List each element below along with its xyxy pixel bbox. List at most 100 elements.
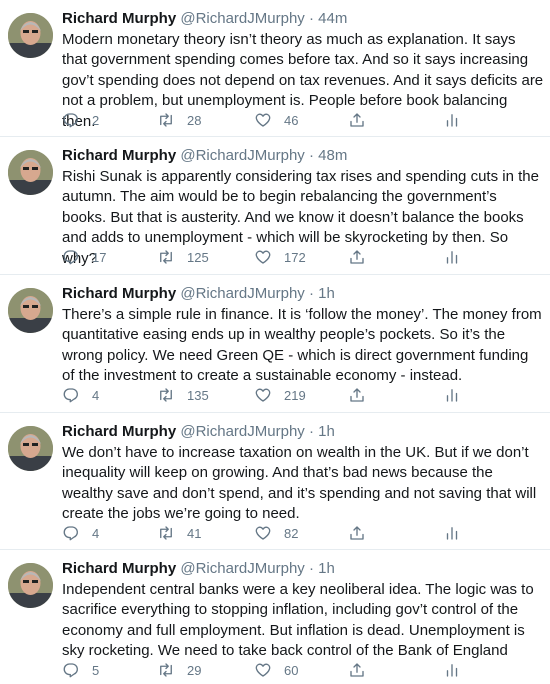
tweet[interactable]: Richard Murphy @RichardJMurphy · 1h Ther… [0,275,550,413]
reply-button[interactable]: 5 [62,660,99,680]
separator: · [304,560,319,577]
separator: · [304,285,319,302]
like-button[interactable]: 172 [254,247,306,267]
tweet-actions: 4 135 219 [62,385,502,405]
avatar[interactable] [8,563,53,608]
share-icon [350,250,364,264]
timestamp[interactable]: 44m [318,10,347,27]
share-icon [350,113,364,127]
separator: · [304,10,319,27]
reply-button[interactable]: 4 [62,385,99,405]
reply-button[interactable]: 2 [62,110,99,130]
retweet-count: 125 [187,249,209,265]
share-icon [350,388,364,402]
tweet-text: We don’t have to increase taxation on we… [62,444,537,523]
share-icon [350,526,364,540]
retweet-icon [160,663,172,677]
reply-icon [63,250,78,265]
retweet-button[interactable]: 135 [157,385,209,405]
timestamp[interactable]: 48m [318,147,347,164]
tweet[interactable]: Richard Murphy @RichardJMurphy · 1h We d… [0,413,550,550]
like-icon [255,250,271,264]
like-button[interactable]: 82 [254,523,298,543]
author-name[interactable]: Richard Murphy [62,560,176,577]
like-count: 219 [284,387,306,403]
share-icon [350,663,364,677]
like-button[interactable]: 46 [254,110,298,130]
retweet-button[interactable]: 28 [157,110,201,130]
analytics-button[interactable] [443,523,461,543]
avatar[interactable] [8,426,53,471]
analytics-icon [446,114,458,127]
retweet-icon [160,113,172,127]
tweet[interactable]: Richard Murphy @RichardJMurphy · 1h Inde… [0,550,550,684]
share-button[interactable] [348,247,366,267]
like-icon [255,113,271,127]
author-name[interactable]: Richard Murphy [62,147,176,164]
share-button[interactable] [348,385,366,405]
tweet-actions: 17 125 172 [62,247,502,267]
author-handle[interactable]: @RichardJMurphy [180,285,304,302]
author-handle[interactable]: @RichardJMurphy [180,423,304,440]
timestamp[interactable]: 1h [318,285,335,302]
tweet-text: There’s a simple rule in finance. It is … [62,306,542,385]
retweet-button[interactable]: 41 [157,523,201,543]
analytics-icon [446,527,458,540]
timestamp[interactable]: 1h [318,560,335,577]
tweet[interactable]: Richard Murphy @RichardJMurphy · 44m Mod… [0,0,550,137]
tweet-header: Richard Murphy @RichardJMurphy · 48m [62,146,347,166]
author-name[interactable]: Richard Murphy [62,285,176,302]
tweet[interactable]: Richard Murphy @RichardJMurphy · 48m Ris… [0,137,550,275]
like-icon [255,388,271,402]
reply-button[interactable]: 17 [62,247,106,267]
tweet-text: Independent central banks were a key neo… [62,581,534,660]
tweet-header: Richard Murphy @RichardJMurphy · 1h [62,284,335,304]
reply-count: 4 [92,525,100,541]
timestamp[interactable]: 1h [318,423,335,440]
reply-count: 2 [92,112,100,128]
reply-icon [63,526,78,541]
like-count: 46 [284,112,299,128]
retweet-count: 28 [187,112,202,128]
like-count: 60 [284,662,299,678]
author-handle[interactable]: @RichardJMurphy [180,10,304,27]
share-button[interactable] [348,660,366,680]
author-handle[interactable]: @RichardJMurphy [180,147,304,164]
reply-count: 17 [92,249,107,265]
analytics-icon [446,389,458,402]
reply-button[interactable]: 4 [62,523,99,543]
like-count: 172 [284,249,306,265]
retweet-count: 29 [187,662,202,678]
analytics-button[interactable] [443,660,461,680]
retweet-icon [160,388,172,402]
like-button[interactable]: 60 [254,660,298,680]
like-count: 82 [284,525,299,541]
author-handle[interactable]: @RichardJMurphy [180,560,304,577]
retweet-button[interactable]: 125 [157,247,209,267]
retweet-icon [160,250,172,264]
reply-count: 4 [92,387,100,403]
author-name[interactable]: Richard Murphy [62,10,176,27]
analytics-icon [446,251,458,264]
author-name[interactable]: Richard Murphy [62,423,176,440]
avatar[interactable] [8,150,53,195]
retweet-count: 41 [187,525,202,541]
reply-count: 5 [92,662,100,678]
like-button[interactable]: 219 [254,385,306,405]
analytics-button[interactable] [443,247,461,267]
avatar[interactable] [8,288,53,333]
analytics-button[interactable] [443,385,461,405]
tweet-actions: 4 41 82 [62,523,502,543]
tweet-header: Richard Murphy @RichardJMurphy · 44m [62,9,347,29]
share-button[interactable] [348,523,366,543]
retweet-button[interactable]: 29 [157,660,201,680]
share-button[interactable] [348,110,366,130]
retweet-count: 135 [187,387,209,403]
analytics-button[interactable] [443,110,461,130]
tweet-actions: 5 29 60 [62,660,502,680]
avatar[interactable] [8,13,53,58]
tweet-header: Richard Murphy @RichardJMurphy · 1h [62,422,335,442]
separator: · [304,423,319,440]
retweet-icon [160,526,172,540]
reply-icon [63,113,78,128]
